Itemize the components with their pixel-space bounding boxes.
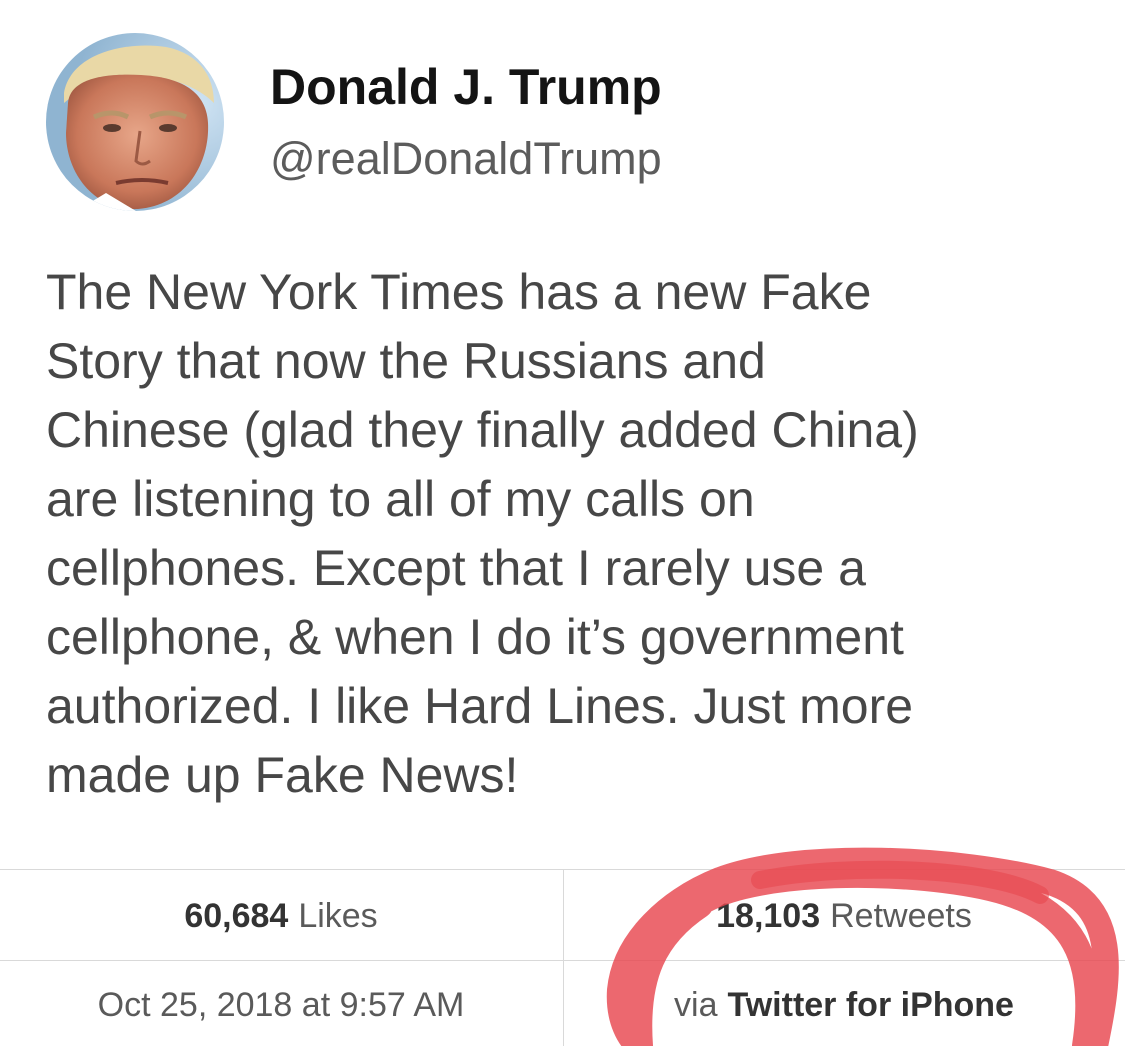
retweets-label: Retweets <box>830 896 972 935</box>
display-name[interactable]: Donald J. Trump <box>270 58 662 116</box>
likes-count: 60,684 <box>184 896 289 935</box>
tweet-text: The New York Times has a new Fake Story … <box>46 264 919 803</box>
tweet-timestamp[interactable]: Oct 25, 2018 at 9:57 AM <box>0 961 562 1049</box>
likes-stat[interactable]: 60,684 Likes <box>0 872 562 960</box>
likes-label: Likes <box>298 896 378 935</box>
avatar[interactable] <box>46 33 224 211</box>
user-handle[interactable]: @realDonaldTrump <box>270 133 662 185</box>
retweets-stat[interactable]: 18,103 Retweets <box>563 872 1125 960</box>
retweets-count: 18,103 <box>716 896 821 935</box>
timestamp-text: Oct 25, 2018 at 9:57 AM <box>97 985 465 1024</box>
profile-photo-icon <box>46 33 224 211</box>
tweet-source[interactable]: via Twitter for iPhone <box>563 961 1125 1049</box>
source-app: Twitter for iPhone <box>727 985 1014 1024</box>
via-label: via <box>674 985 718 1024</box>
